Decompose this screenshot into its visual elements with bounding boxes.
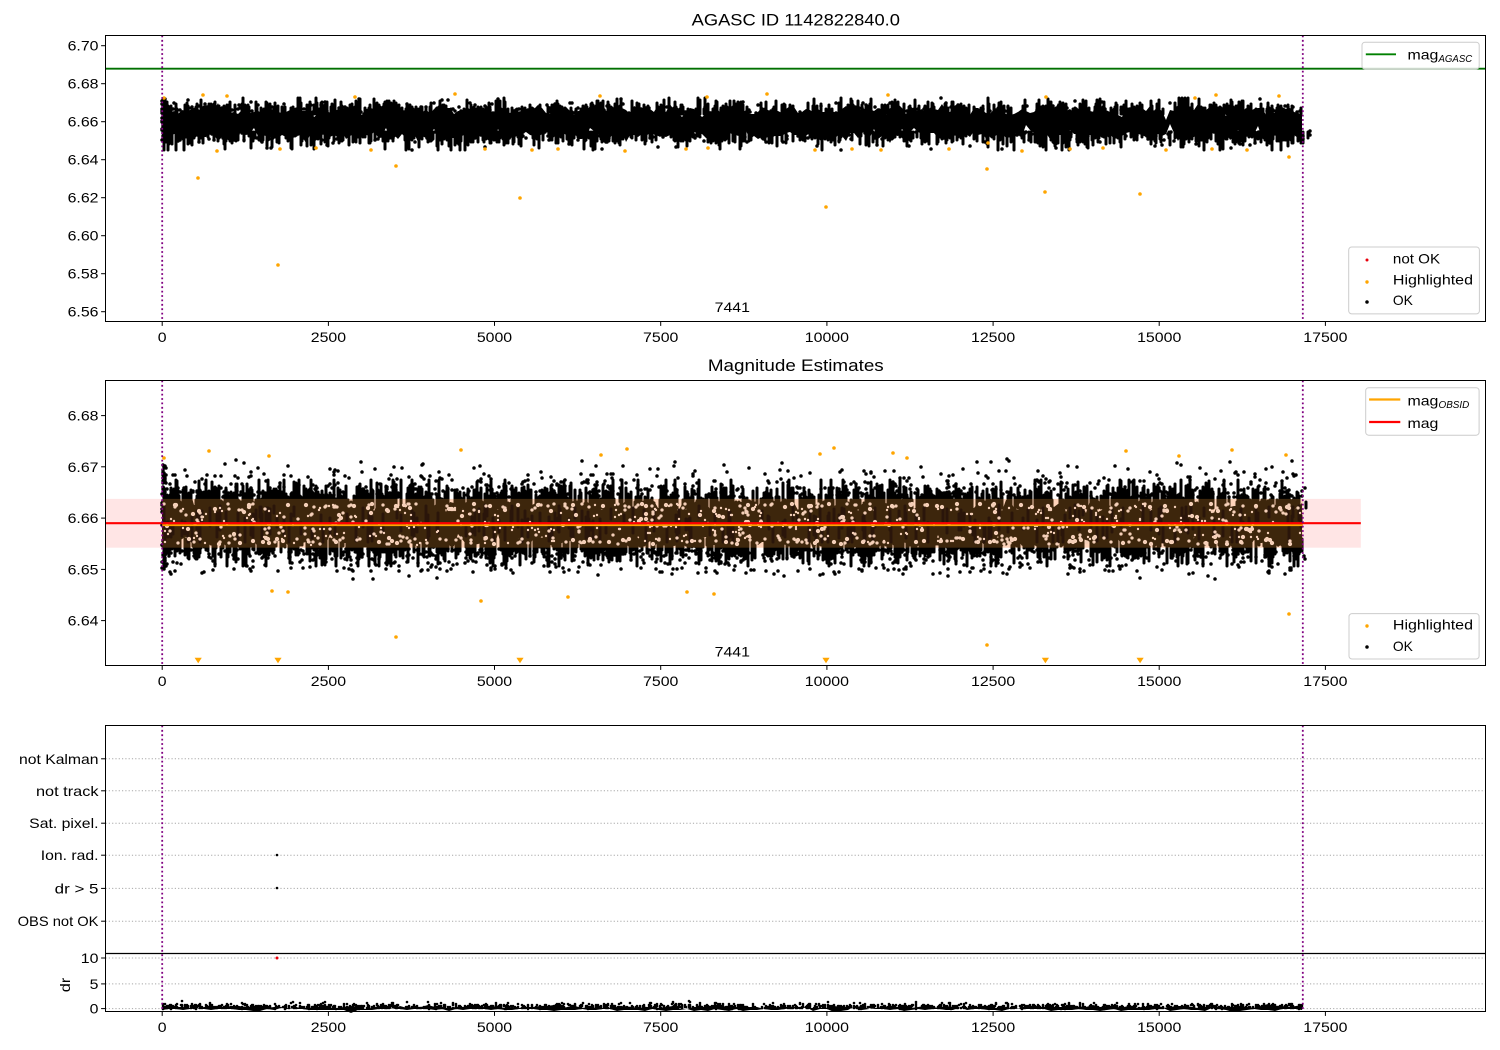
svg-text:6.60: 6.60 <box>68 228 99 244</box>
svg-text:mag: mag <box>1408 47 1439 63</box>
svg-text:6.68: 6.68 <box>68 76 99 92</box>
svg-text:2500: 2500 <box>311 673 347 689</box>
svg-text:AGASC ID 1142822840.0: AGASC ID 1142822840.0 <box>692 11 900 30</box>
svg-text:10000: 10000 <box>805 673 850 689</box>
svg-text:7500: 7500 <box>643 329 679 345</box>
svg-text:0: 0 <box>90 1001 99 1017</box>
svg-text:0: 0 <box>158 329 167 345</box>
svg-text:5: 5 <box>90 976 99 992</box>
svg-text:7500: 7500 <box>643 1019 679 1035</box>
svg-text:not track: not track <box>36 783 99 799</box>
svg-text:2500: 2500 <box>311 1019 347 1035</box>
svg-text:6.64: 6.64 <box>68 613 99 629</box>
svg-text:10000: 10000 <box>805 329 850 345</box>
svg-text:5000: 5000 <box>477 673 513 689</box>
svg-text:5000: 5000 <box>477 1019 513 1035</box>
svg-text:6.64: 6.64 <box>68 152 99 168</box>
svg-text:dr > 5: dr > 5 <box>55 880 99 896</box>
svg-text:OK: OK <box>1393 638 1414 654</box>
svg-text:17500: 17500 <box>1303 673 1348 689</box>
svg-text:OBS not OK: OBS not OK <box>18 913 100 929</box>
svg-text:12500: 12500 <box>971 673 1016 689</box>
svg-text:not OK: not OK <box>1393 250 1441 266</box>
svg-text:Ion. rad.: Ion. rad. <box>41 847 99 863</box>
svg-text:6.62: 6.62 <box>68 190 99 206</box>
svg-text:0: 0 <box>158 673 167 689</box>
svg-text:6.67: 6.67 <box>68 459 99 475</box>
svg-text:7441: 7441 <box>715 299 751 315</box>
svg-text:10: 10 <box>81 950 99 966</box>
svg-text:Sat. pixel.: Sat. pixel. <box>29 815 98 831</box>
svg-text:5000: 5000 <box>477 329 513 345</box>
svg-text:Magnitude Estimates: Magnitude Estimates <box>708 356 884 375</box>
svg-text:6.70: 6.70 <box>68 38 99 54</box>
svg-text:10000: 10000 <box>805 1019 850 1035</box>
svg-text:2500: 2500 <box>311 329 347 345</box>
svg-text:6.58: 6.58 <box>68 266 99 282</box>
svg-text:dr: dr <box>57 977 73 992</box>
svg-text:not Kalman: not Kalman <box>19 751 99 767</box>
svg-text:AGASC: AGASC <box>1438 54 1474 65</box>
svg-text:6.66: 6.66 <box>68 510 99 526</box>
svg-text:12500: 12500 <box>971 1019 1016 1035</box>
svg-text:OK: OK <box>1393 292 1414 308</box>
svg-text:15000: 15000 <box>1137 329 1182 345</box>
svg-text:OBSID: OBSID <box>1439 400 1470 411</box>
svg-text:mag: mag <box>1408 415 1439 431</box>
svg-text:7500: 7500 <box>643 673 679 689</box>
svg-text:Highlighted: Highlighted <box>1393 617 1473 633</box>
svg-text:12500: 12500 <box>971 329 1016 345</box>
svg-text:0: 0 <box>158 1019 167 1035</box>
svg-text:15000: 15000 <box>1137 673 1182 689</box>
svg-text:6.66: 6.66 <box>68 114 99 130</box>
svg-text:17500: 17500 <box>1303 329 1348 345</box>
svg-text:7441: 7441 <box>715 644 751 660</box>
svg-text:6.56: 6.56 <box>68 304 99 320</box>
svg-text:6.68: 6.68 <box>68 408 99 424</box>
svg-text:6.65: 6.65 <box>68 561 99 577</box>
svg-text:Highlighted: Highlighted <box>1393 272 1473 288</box>
svg-text:17500: 17500 <box>1303 1019 1348 1035</box>
svg-text:15000: 15000 <box>1137 1019 1182 1035</box>
svg-text:mag: mag <box>1408 393 1439 409</box>
